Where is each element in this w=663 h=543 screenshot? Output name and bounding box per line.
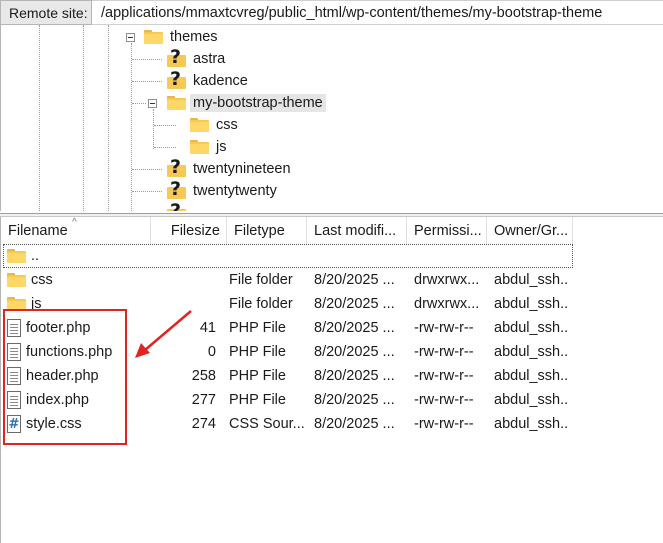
annotation-arrow-icon [135,310,192,358]
